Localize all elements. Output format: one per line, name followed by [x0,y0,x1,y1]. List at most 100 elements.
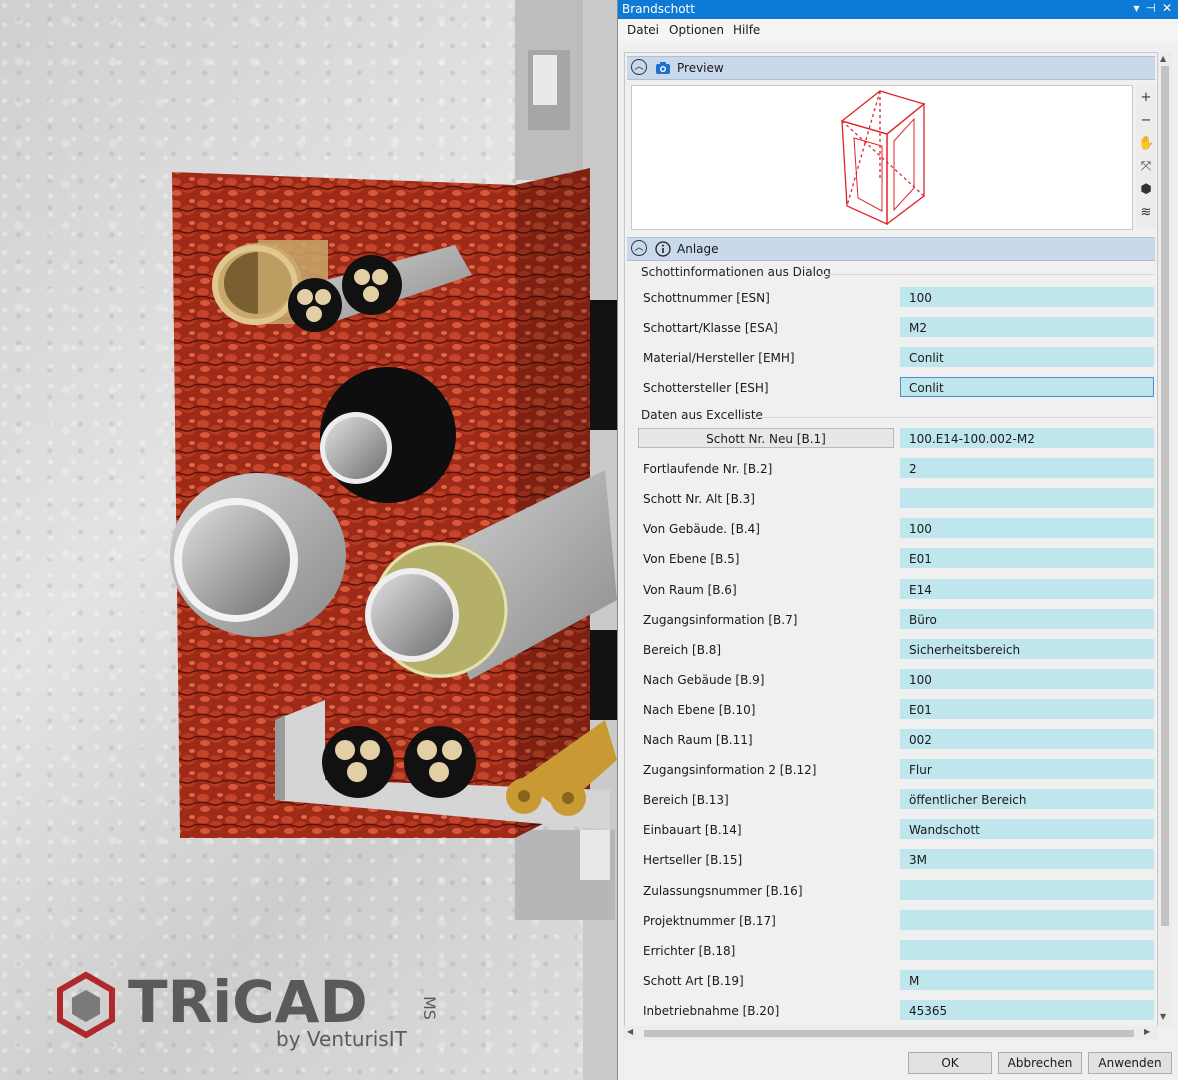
field-value-input[interactable]: 002 [900,729,1154,749]
zoom-in-icon[interactable]: + [1138,90,1154,106]
cancel-button[interactable]: Abbrechen [998,1052,1082,1074]
field-row: Schottersteller [ESH] Conlit [625,377,1157,399]
menu-optionen[interactable]: Optionen [669,23,724,37]
section-preview[interactable]: ︿ Preview [627,56,1155,80]
collapse-icon[interactable]: ︿ [631,59,647,75]
field-row: Zugangsinformation 2 [B.12] Flur [625,759,1157,781]
section-anlage[interactable]: ︿ Anlage [627,237,1155,261]
brandschott-dialog: Brandschott ▾ ⊣ ✕ Datei Optionen Hilfe ︿… [617,0,1178,1080]
field-row: Bereich [B.8] Sicherheitsbereich [625,638,1157,661]
apply-button[interactable]: Anwenden [1088,1052,1172,1074]
vertical-scrollbar[interactable]: ▲ ▼ [1158,52,1172,1027]
horizontal-scrollbar[interactable]: ◀ ▶ [624,1026,1158,1040]
field-label: Nach Raum [B.11] [643,733,753,747]
scroll-up-icon[interactable]: ▲ [1160,54,1166,63]
scene-graphic: TRiCAD MS by VenturisIT [57,0,617,1080]
logo-tagline: by VenturisIT [276,1027,408,1051]
field-row: Zugangsinformation [B.7] Büro [625,608,1157,631]
field-value-input[interactable]: öffentlicher Bereich [900,789,1154,810]
scroll-right-icon[interactable]: ▶ [1144,1027,1150,1036]
field-label: Schottart/Klasse [ESA] [643,321,778,335]
field-row: Material/Hersteller [EMH] Conlit [625,347,1157,369]
field-label: Bereich [B.13] [643,793,729,808]
field-value-input[interactable]: Conlit [900,347,1154,367]
field-label: Inbetriebnahme [B.20] [643,1003,780,1018]
field-row: Schott Art [B.19] M [625,969,1157,992]
field-value-input[interactable]: Wandschott [900,819,1154,840]
tricad-logo-icon [57,971,115,1039]
field-label: Zugangsinformation [B.7] [643,612,798,627]
dropdown-icon[interactable]: ▾ [1133,1,1139,15]
zoom-out-icon[interactable]: − [1138,113,1154,129]
field-row: Von Ebene [B.5] E01 [625,548,1157,570]
menu-hilfe[interactable]: Hilfe [733,23,760,37]
field-label: Bereich [B.8] [643,642,722,657]
field-value-input[interactable]: 100 [900,668,1154,689]
field-label: Projektnummer [B.17] [643,913,776,928]
field-value-input[interactable] [900,488,1154,509]
field-label: Nach Gebäude [B.9] [643,672,765,687]
field-value-input[interactable]: E01 [900,698,1154,719]
logo-brand: TRiCAD [128,968,368,1036]
group-dialog-title: Schottinformationen aus Dialog [641,265,831,279]
collapse-icon[interactable]: ︿ [631,240,647,256]
pin-icon[interactable]: ⊣ [1145,1,1155,15]
field-row: Von Raum [B.6] E14 [625,578,1157,601]
field-value-input[interactable]: M [900,969,1154,990]
section-anlage-label: Anlage [677,242,719,256]
field-label: Von Gebäude. [B.4] [643,522,760,537]
field-value-input[interactable]: Büro [900,608,1154,629]
field-value-input[interactable]: 2 [900,458,1154,479]
property-panel: ︿ Preview + − ✋ ⤧ ⬢ ≋ ︿ Anlage Schottinf… [624,52,1158,1029]
preview-wireframe [840,90,926,226]
pan-hand-icon[interactable]: ✋ [1138,136,1154,152]
preview-canvas[interactable] [631,85,1133,230]
field-label-button[interactable]: Schott Nr. Neu [B.1] [638,428,894,448]
scroll-left-icon[interactable]: ◀ [627,1027,633,1036]
fit-view-icon[interactable]: ⤧ [1138,159,1154,175]
ok-button[interactable]: OK [908,1052,992,1074]
field-label: Schottnummer [ESN] [643,291,770,305]
field-row: Fortlaufende Nr. [B.2] 2 [625,458,1157,480]
camera-icon [656,62,670,74]
cube-view-icon[interactable]: ⬢ [1138,182,1154,198]
group-excel-title: Daten aus Excelliste [641,408,763,422]
scroll-thumb[interactable] [1161,66,1169,926]
field-row: Von Gebäude. [B.4] 100 [625,518,1157,540]
3d-viewport[interactable]: TRiCAD MS by VenturisIT [0,0,617,1080]
field-value-input[interactable] [900,879,1154,900]
close-icon[interactable]: ✕ [1162,1,1172,15]
menu-datei[interactable]: Datei [627,23,659,37]
field-label: Errichter [B.18] [643,943,736,958]
field-row: Nach Ebene [B.10] E01 [625,698,1157,721]
field-value-input[interactable]: Flur [900,759,1154,780]
scroll-down-icon[interactable]: ▼ [1160,1012,1166,1021]
field-row: Einbauart [B.14] Wandschott [625,819,1157,841]
field-row: Nach Gebäude [B.9] 100 [625,668,1157,691]
field-value-input[interactable]: 45365 [900,999,1154,1020]
section-preview-label: Preview [677,61,724,75]
field-label: Schott Art [B.19] [643,973,744,988]
scroll-thumb[interactable] [644,1030,1134,1037]
field-value-input[interactable]: 100 [900,518,1154,539]
field-value-input[interactable]: 100.E14-100.002-M2 [900,428,1154,448]
field-value-input[interactable] [900,909,1154,930]
field-row: Hertseller [B.15] 3M [625,849,1157,871]
field-value-input[interactable]: 3M [900,849,1154,870]
field-label: Einbauart [B.14] [643,823,742,838]
field-value-input[interactable]: E14 [900,578,1154,599]
field-row: Zulassungsnummer [B.16] [625,879,1157,902]
title-bar[interactable]: Brandschott ▾ ⊣ ✕ [618,0,1178,19]
menu-bar: Datei Optionen Hilfe [618,19,1178,41]
field-value-input[interactable]: E01 [900,548,1154,569]
field-row: Schott Nr. Alt [B.3] [625,488,1157,510]
field-value-input[interactable]: Conlit [900,377,1154,397]
field-value-input[interactable] [900,939,1154,960]
field-value-input[interactable]: Sicherheitsbereich [900,638,1154,659]
field-label: Material/Hersteller [EMH] [643,351,795,365]
layers-icon[interactable]: ≋ [1138,205,1154,221]
group-divider [820,274,1154,275]
field-row: Schott Nr. Neu [B.1] 100.E14-100.002-M2 [625,428,1157,450]
field-value-input[interactable]: 100 [900,287,1154,307]
field-value-input[interactable]: M2 [900,317,1154,337]
